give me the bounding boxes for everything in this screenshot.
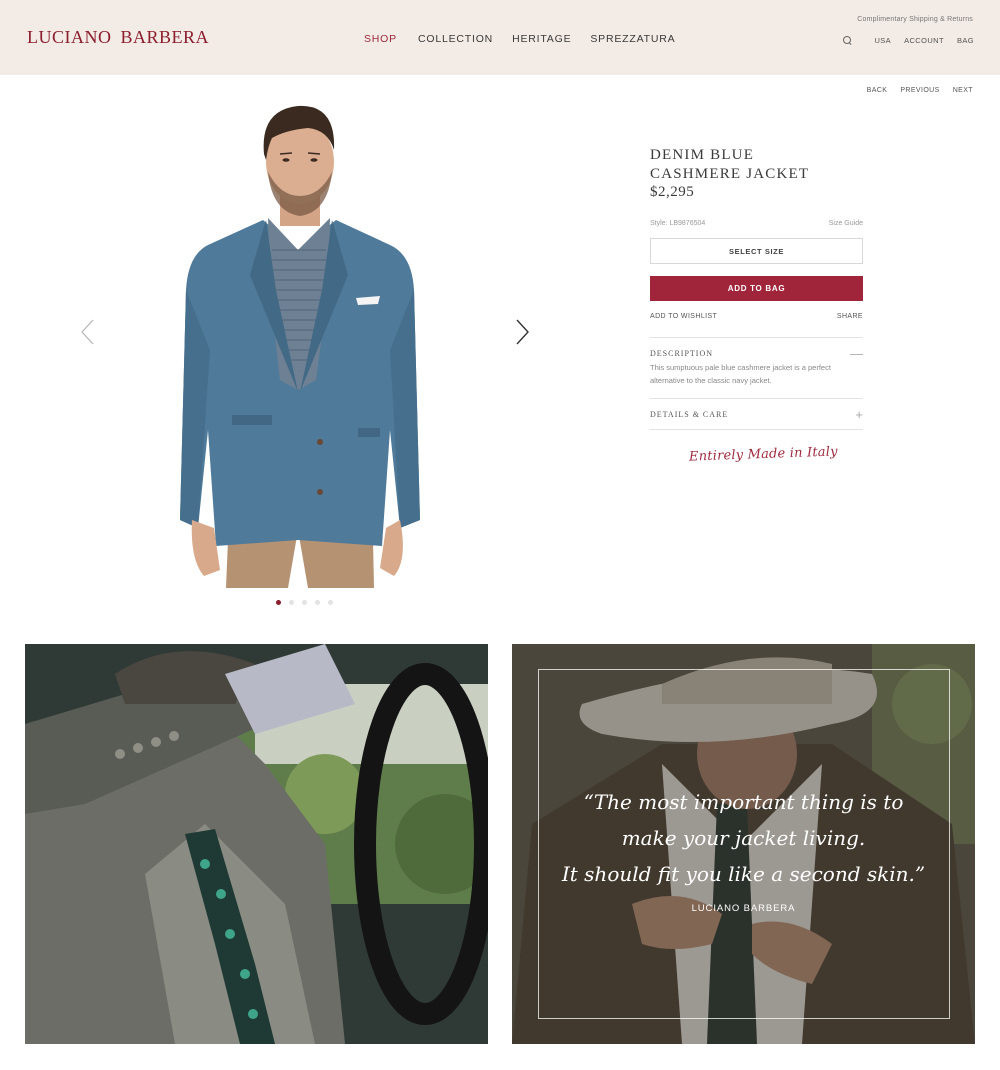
collapse-icon[interactable]: — bbox=[850, 346, 863, 361]
main-nav: SHOP COLLECTION HERITAGE SPREZZATURA bbox=[364, 33, 694, 45]
shipping-banner[interactable]: Complimentary Shipping & Returns bbox=[857, 16, 973, 23]
country-selector[interactable]: USA bbox=[874, 36, 891, 45]
select-size-dropdown[interactable]: SELECT SIZE bbox=[650, 238, 863, 264]
next-link[interactable]: NEXT bbox=[953, 87, 973, 94]
lifestyle-photo-driver bbox=[25, 644, 488, 1044]
product-name-line1: DENIM BLUE bbox=[650, 147, 755, 163]
share-link[interactable]: SHARE bbox=[837, 313, 863, 320]
product-photo bbox=[180, 105, 420, 588]
bag-link[interactable]: BAG bbox=[957, 36, 974, 45]
nav-shop[interactable]: SHOP bbox=[364, 33, 397, 45]
quote-line: “The most important thing is to bbox=[583, 790, 904, 814]
carousel-dots bbox=[276, 600, 333, 605]
made-in-italy-signature: Entirely Made in Italy bbox=[688, 444, 838, 465]
details-toggle[interactable]: DETAILS & CARE + bbox=[650, 399, 863, 429]
product-info: DENIM BLUE CASHMERE JACKET $2,295 Style:… bbox=[650, 146, 863, 430]
description-accordion: DESCRIPTION — This sumptuous pale blue c… bbox=[650, 337, 863, 398]
quote-author: LUCIANO BARBERA bbox=[691, 903, 796, 914]
utility-nav: USA ACCOUNT BAG bbox=[843, 36, 974, 45]
carousel-dot[interactable] bbox=[289, 600, 294, 605]
description-text: This sumptuous pale blue cashmere jacket… bbox=[650, 363, 831, 385]
nav-heritage[interactable]: HERITAGE bbox=[512, 33, 571, 45]
back-link[interactable]: BACK bbox=[867, 87, 888, 94]
size-guide-link[interactable]: Size Guide bbox=[829, 220, 863, 227]
details-title: DETAILS & CARE bbox=[650, 409, 729, 419]
nav-collection[interactable]: COLLECTION bbox=[418, 33, 493, 45]
quote-line: It should fit you like a second skin.” bbox=[561, 862, 926, 886]
quote-text: “The most important thing is to make you… bbox=[512, 784, 975, 892]
details-accordion: DETAILS & CARE + bbox=[650, 398, 863, 430]
expand-icon[interactable]: + bbox=[855, 407, 863, 422]
product-pager: BACK PREVIOUS NEXT bbox=[867, 87, 973, 94]
account-link[interactable]: ACCOUNT bbox=[904, 36, 944, 45]
carousel-dot[interactable] bbox=[328, 600, 333, 605]
add-to-bag-button[interactable]: ADD TO BAG bbox=[650, 276, 863, 301]
product-price: $2,295 bbox=[650, 184, 695, 200]
carousel-dot[interactable] bbox=[276, 600, 281, 605]
carousel-next-icon[interactable] bbox=[514, 319, 530, 345]
carousel-dot[interactable] bbox=[302, 600, 307, 605]
wishlist-row: ADD TO WISHLIST SHARE bbox=[650, 313, 863, 320]
style-number: Style: LB9876504 bbox=[650, 220, 706, 227]
site-header: LUCIANO BARBERA SHOP COLLECTION HERITAGE… bbox=[0, 0, 1000, 75]
lifestyle-quote-panel: “The most important thing is to make you… bbox=[512, 644, 975, 1044]
add-to-wishlist-link[interactable]: ADD TO WISHLIST bbox=[650, 313, 717, 320]
product-name-line2: CASHMERE JACKET bbox=[650, 166, 810, 182]
previous-link[interactable]: PREVIOUS bbox=[900, 87, 939, 94]
nav-sprezzatura[interactable]: SPREZZATURA bbox=[590, 33, 675, 45]
carousel-prev-icon[interactable] bbox=[80, 319, 96, 345]
search-icon[interactable] bbox=[843, 36, 852, 45]
description-title: DESCRIPTION bbox=[650, 348, 714, 358]
quote-line: make your jacket living. bbox=[621, 826, 866, 850]
brand-logo[interactable]: LUCIANO BARBERA bbox=[27, 27, 209, 48]
style-row: Style: LB9876504 Size Guide bbox=[650, 220, 863, 227]
carousel-dot[interactable] bbox=[315, 600, 320, 605]
